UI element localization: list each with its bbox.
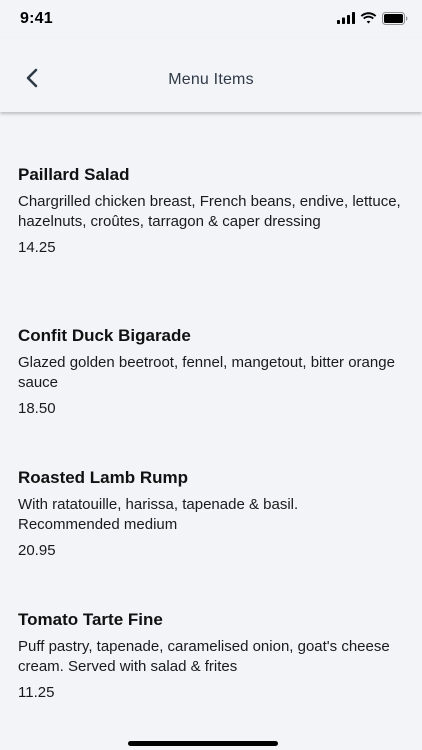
menu-item-price: 11.25: [18, 684, 55, 701]
home-indicator[interactable]: [128, 741, 278, 746]
status-bar: 9:41: [0, 0, 422, 38]
menu-item[interactable]: Confit Duck Bigarade Glazed golden beetr…: [18, 325, 404, 419]
status-icons: [332, 11, 408, 25]
menu-item-price: 14.25: [18, 239, 56, 256]
menu-item-description: Puff pastry, tapenade, caramelised onion…: [18, 638, 390, 675]
page-title: Menu Items: [168, 71, 254, 88]
menu-item-price: 20.95: [18, 542, 56, 559]
menu-item-name: Tomato Tarte Fine: [18, 610, 163, 629]
navigation-bar: Menu Items: [0, 38, 422, 112]
wifi-icon: [360, 12, 377, 24]
menu-item-name: Confit Duck Bigarade: [18, 326, 191, 345]
menu-item-description: Glazed golden beetroot, fennel, mangetou…: [18, 354, 395, 391]
menu-item-description: With ratatouille, harissa, tapenade & ba…: [18, 496, 299, 533]
menu-item[interactable]: Tomato Tarte Fine Puff pastry, tapenade,…: [18, 609, 404, 703]
menu-item-name: Roasted Lamb Rump: [18, 468, 189, 487]
menu-item-name: Paillard Salad: [18, 165, 130, 184]
status-time: 9:41: [20, 10, 53, 27]
battery-icon: [382, 11, 408, 25]
menu-item[interactable]: Paillard Salad Chargrilled chicken breas…: [18, 164, 404, 258]
cellular-signal-icon: [337, 12, 355, 24]
menu-item[interactable]: Roasted Lamb Rump With ratatouille, hari…: [18, 467, 404, 561]
menu-item-price: 18.50: [18, 400, 56, 417]
menu-item-description: Chargrilled chicken breast, French beans…: [18, 193, 401, 230]
